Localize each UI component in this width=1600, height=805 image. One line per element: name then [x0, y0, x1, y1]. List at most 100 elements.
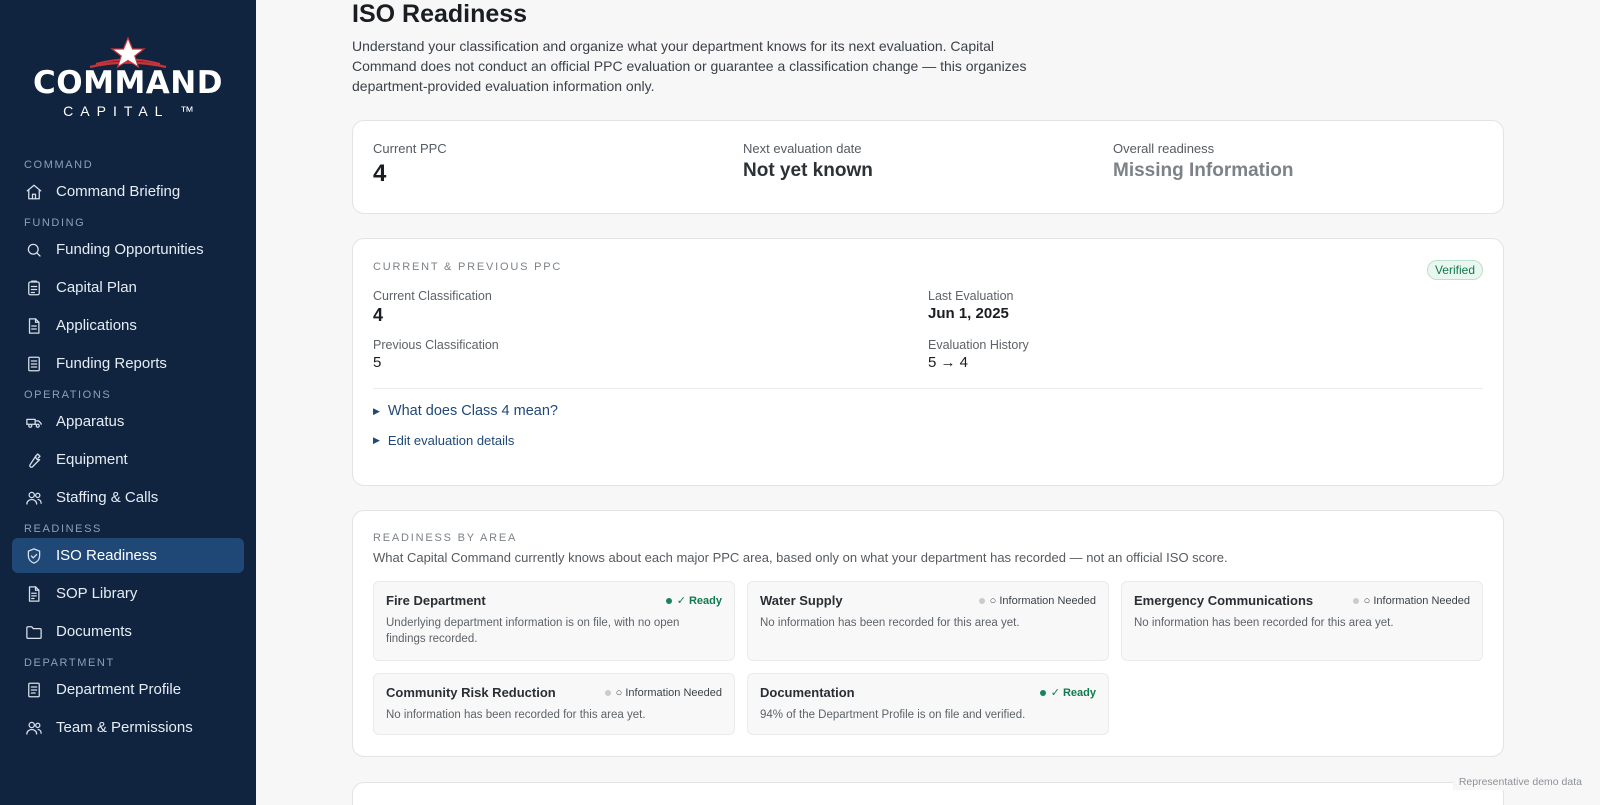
area-name: Emergency Communications: [1134, 593, 1314, 608]
previous-classification: Previous Classification 5: [373, 338, 928, 371]
current-classification-label: Current Classification: [373, 289, 492, 303]
area-status-text: ✓ Ready: [1050, 687, 1096, 699]
wrench-icon: [25, 451, 43, 469]
book-icon: [25, 585, 43, 603]
area-description: Underlying department information is on …: [386, 617, 680, 645]
sidebar-item-equipment[interactable]: Equipment: [12, 442, 244, 477]
sidebar-item-label: Apparatus: [56, 413, 125, 430]
sidebar-item-capital-plan[interactable]: Capital Plan: [12, 270, 244, 305]
class-meaning-disclosure[interactable]: ▶ What does Class 4 mean?: [373, 403, 1483, 419]
status-dot-icon: [1352, 597, 1359, 604]
areas-heading: READINESS BY AREA: [373, 532, 518, 544]
status-dot-icon: [665, 597, 672, 604]
current-ppc-value: 4: [373, 160, 387, 187]
current-classification: Current Classification 4: [373, 289, 928, 326]
profile-icon: [25, 681, 43, 699]
area-name: Water Supply: [760, 593, 843, 608]
area-description: No information has been recorded for thi…: [386, 709, 646, 721]
edit-evaluation-disclosure[interactable]: ▶ Edit evaluation details: [373, 433, 1483, 448]
sidebar-item-sop-library[interactable]: SOP Library: [12, 576, 244, 611]
sidebar-item-documents[interactable]: Documents: [12, 614, 244, 649]
sidebar-item-apparatus[interactable]: Apparatus: [12, 404, 244, 439]
area-tile-emergency-communications[interactable]: Emergency Communications ○ Information Ne…: [1121, 581, 1483, 661]
area-status-badge: ○ Information Needed: [604, 686, 722, 699]
next-section-card: [352, 782, 1504, 805]
area-tile-community-risk-reduction[interactable]: Community Risk Reduction ○ Information Ne…: [373, 673, 735, 735]
area-tile-documentation[interactable]: Documentation ✓ Ready 94% of the Departmen…: [747, 673, 1109, 735]
shield-check-icon: [25, 547, 43, 565]
area-tile-header: Documentation ✓ Ready: [760, 685, 1096, 700]
sidebar-item-label: Documents: [56, 623, 132, 640]
sidebar-item-command-briefing[interactable]: Command Briefing: [12, 174, 244, 209]
areas-description: What Capital Command currently knows abo…: [373, 550, 1228, 565]
overall-readiness-label: Overall readiness: [1113, 141, 1215, 156]
sidebar-item-label: Applications: [56, 317, 137, 334]
next-evaluation-label: Next evaluation date: [743, 141, 862, 156]
ppc-divider: [373, 388, 1483, 389]
ppc-grid-row-2: Previous Classification 5 Evaluation His…: [373, 338, 1483, 371]
area-description: 94% of the Department Profile is on file…: [760, 709, 1026, 721]
area-status-text: ○ Information Needed: [615, 686, 722, 699]
folder-icon: [25, 623, 43, 641]
clipboard-icon: [25, 279, 43, 297]
sidebar-item-applications[interactable]: Applications: [12, 308, 244, 343]
area-tile-header: Fire Department ✓ Ready: [386, 593, 722, 608]
area-tiles: Fire Department ✓ Ready Underlying departm…: [373, 581, 1483, 735]
sidebar-item-iso-readiness[interactable]: ISO Readiness: [12, 538, 244, 573]
team-icon: [25, 719, 43, 737]
last-evaluation-value: Jun 1, 2025: [928, 305, 1009, 322]
page-content: ISO Readiness Understand your classifica…: [352, 0, 1504, 805]
summary-card: Current PPC 4 Next evaluation date Not y…: [352, 120, 1504, 214]
last-evaluation-label: Last Evaluation: [928, 289, 1014, 303]
area-tile-header: Community Risk Reduction ○ Information Ne…: [386, 685, 722, 700]
sidebar: COMMAND CAPITAL ™ COMMAND Command Briefin…: [0, 0, 256, 805]
ppc-card: CURRENT & PREVIOUS PPC Verified Current …: [352, 238, 1504, 486]
sidebar-section-operations: OPERATIONS: [24, 389, 112, 401]
search-icon: [25, 241, 43, 259]
sidebar-item-funding-opportunities[interactable]: Funding Opportunities: [12, 232, 244, 267]
next-evaluation-value: Not yet known: [743, 160, 873, 181]
area-name: Fire Department: [386, 593, 486, 608]
area-tile-water-supply[interactable]: Water Supply ○ Information Needed No infor…: [747, 581, 1109, 661]
area-status-badge: ○ Information Needed: [1352, 594, 1470, 607]
sidebar-item-label: SOP Library: [56, 585, 138, 602]
area-tile-header: Emergency Communications ○ Information Ne…: [1134, 593, 1470, 608]
brand-logo[interactable]: COMMAND CAPITAL ™: [0, 0, 256, 150]
sidebar-item-team-and-permissions[interactable]: Team & Permissions: [12, 710, 244, 745]
users-icon: [25, 489, 43, 507]
disclosure-triangle-icon: ▶: [373, 405, 380, 416]
edit-evaluation-label: Edit evaluation details: [387, 433, 515, 448]
current-classification-value: 4: [373, 305, 384, 325]
next-evaluation-summary: Next evaluation date Not yet known: [743, 141, 1113, 213]
readiness-by-area-card: READINESS BY AREA What Capital Command c…: [352, 510, 1504, 757]
disclosure-triangle-icon: ▶: [373, 435, 380, 445]
sidebar-item-label: Equipment: [56, 451, 128, 468]
area-status-badge: ✓ Ready: [1039, 686, 1096, 699]
sidebar-item-label: Capital Plan: [56, 279, 137, 296]
sidebar-item-funding-reports[interactable]: Funding Reports: [12, 346, 244, 381]
sidebar-item-label: Command Briefing: [56, 183, 181, 200]
evaluation-history: Evaluation History 5 → 4: [928, 338, 1483, 371]
previous-classification-value: 5: [373, 354, 382, 371]
area-status-text: ○ Information Needed: [1363, 594, 1470, 607]
evaluation-history-label: Evaluation History: [928, 338, 1029, 352]
ppc-grid-row-1: Current Classification 4 Last Evaluation…: [373, 289, 1483, 326]
status-dot-icon: [978, 597, 985, 604]
area-status-badge: ○ Information Needed: [978, 595, 1096, 607]
sidebar-item-label: Team & Permissions: [56, 719, 193, 736]
overall-readiness-value: Missing Information: [1113, 160, 1294, 181]
truck-icon: [25, 413, 43, 431]
sidebar-item-department-profile[interactable]: Department Profile: [12, 672, 244, 707]
area-name: Community Risk Reduction: [386, 685, 556, 700]
demo-data-note: Representative demo data: [1452, 774, 1588, 790]
sidebar-item-label: Funding Reports: [56, 355, 167, 372]
area-status-text: ✓ Ready: [676, 595, 722, 607]
area-description: No information has been recorded for thi…: [1134, 617, 1394, 629]
sidebar-item-staffing-and-calls[interactable]: Staffing & Calls: [12, 480, 244, 515]
sidebar-item-label: ISO Readiness: [56, 547, 157, 564]
area-status-badge: ✓ Ready: [665, 594, 722, 607]
area-tile-fire-department[interactable]: Fire Department ✓ Ready Underlying departm…: [373, 581, 735, 661]
class-meaning-label: What does Class 4 mean?: [387, 403, 558, 419]
sidebar-section-department: DEPARTMENT: [24, 657, 115, 669]
report-icon: [25, 355, 43, 373]
